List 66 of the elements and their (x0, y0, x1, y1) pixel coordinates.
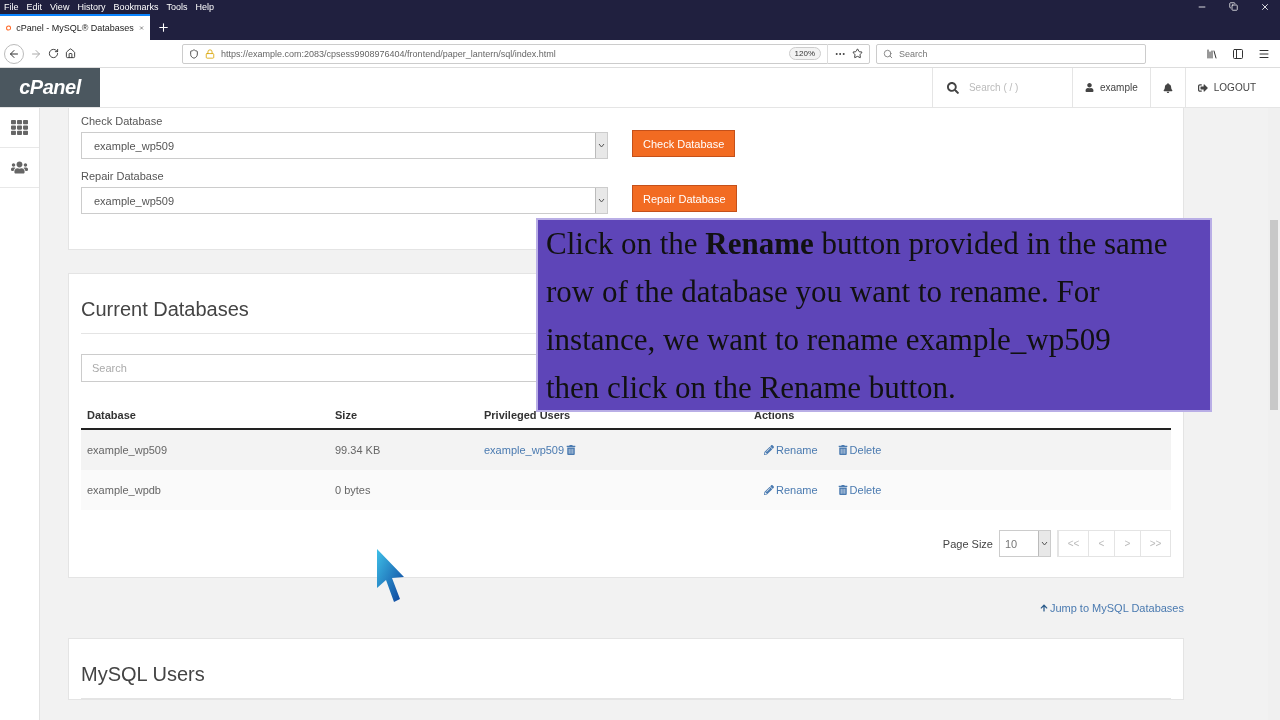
column-header: Privileged Users (484, 409, 572, 421)
caption-line: Click on the Rename button provided in the same (546, 225, 1168, 263)
cpanel-logo[interactable]: cPanel (0, 68, 100, 107)
users-icon[interactable] (11, 159, 28, 176)
trash-icon[interactable] (837, 445, 848, 455)
logout-link[interactable]: LOGOUT (1184, 68, 1280, 107)
search-icon (946, 81, 959, 94)
trash-icon[interactable] (566, 445, 577, 455)
bell-icon[interactable] (1162, 82, 1173, 93)
browser-search-field[interactable]: Search (876, 43, 1146, 64)
rename-link[interactable]: Rename (764, 444, 818, 456)
database-select[interactable]: example_wp509 (81, 132, 608, 159)
grid-icon[interactable] (11, 119, 28, 136)
delete-link[interactable]: Delete (837, 484, 882, 496)
menu-item[interactable]: File (4, 2, 19, 12)
restore-icon[interactable] (1229, 2, 1238, 11)
database-select[interactable]: example_wp509 (81, 187, 608, 214)
caption-line: then click on the Rename button. (546, 369, 956, 407)
address-bar[interactable]: https://example.com:2083/cpsess9908976404/frontend/paper_lantern/sql/index.html 120% (182, 43, 870, 64)
trash-icon[interactable] (837, 485, 848, 495)
sidebar-icon[interactable] (1232, 47, 1244, 60)
reload-icon[interactable] (48, 48, 59, 59)
shield-icon[interactable] (189, 48, 199, 59)
user-menu[interactable]: example (1071, 68, 1150, 107)
page-size-label: Page Size (942, 537, 993, 550)
user-icon[interactable] (1084, 83, 1094, 92)
rename-link[interactable]: Rename (764, 484, 818, 496)
zoom-badge[interactable]: 120% (788, 47, 821, 60)
menu-item[interactable]: Help (195, 2, 214, 12)
table-cell-text: example_wp509 (87, 444, 169, 456)
menu-item[interactable]: Edit (26, 2, 43, 12)
search-icon (883, 48, 893, 59)
column-header: Actions (754, 409, 796, 421)
table-cell-text: 99.34 KB (335, 444, 382, 456)
bookmark-star-icon[interactable] (852, 48, 863, 59)
pencil-icon[interactable] (764, 445, 774, 455)
user-link[interactable]: example_wp509 (484, 444, 577, 456)
delete-link[interactable]: Delete (837, 444, 882, 456)
cpanel-favicon-icon (6, 23, 12, 33)
tab-title: cPanel - MySQL® Databases (16, 23, 134, 33)
logout-icon[interactable] (1197, 82, 1208, 93)
browser-tab[interactable]: cPanel - MySQL® Databases (0, 14, 150, 40)
menu-item[interactable]: History (77, 2, 106, 12)
cursor-icon (376, 548, 406, 604)
home-icon[interactable] (65, 48, 76, 59)
table-cell-text: 0 bytes (335, 484, 372, 496)
caret-icon[interactable] (598, 198, 605, 203)
menu-item[interactable]: Tools (166, 2, 188, 12)
section-title: MySQL Users (81, 663, 1171, 699)
menu-item[interactable]: Bookmarks (113, 2, 159, 12)
column-header: Size (335, 409, 358, 421)
page-size-select[interactable]: 10 (999, 530, 1051, 557)
close-icon[interactable] (1260, 2, 1270, 12)
jump-link[interactable]: Jump to MySQL Databases (1039, 602, 1184, 614)
column-header: Database (87, 409, 137, 421)
library-icon[interactable] (1206, 47, 1218, 60)
menu-item[interactable]: View (50, 2, 70, 12)
table-cell-text: example_wpdb (87, 484, 162, 496)
caret-icon[interactable] (598, 143, 605, 148)
pencil-icon[interactable] (764, 485, 774, 495)
new-tab-icon[interactable] (156, 20, 170, 34)
menu-icon[interactable] (1258, 47, 1270, 60)
caret-icon[interactable] (1041, 541, 1048, 546)
field-label: Repair Database (81, 170, 165, 182)
field-label: Check Database (81, 115, 164, 127)
arrow-up-icon[interactable] (1039, 604, 1048, 612)
